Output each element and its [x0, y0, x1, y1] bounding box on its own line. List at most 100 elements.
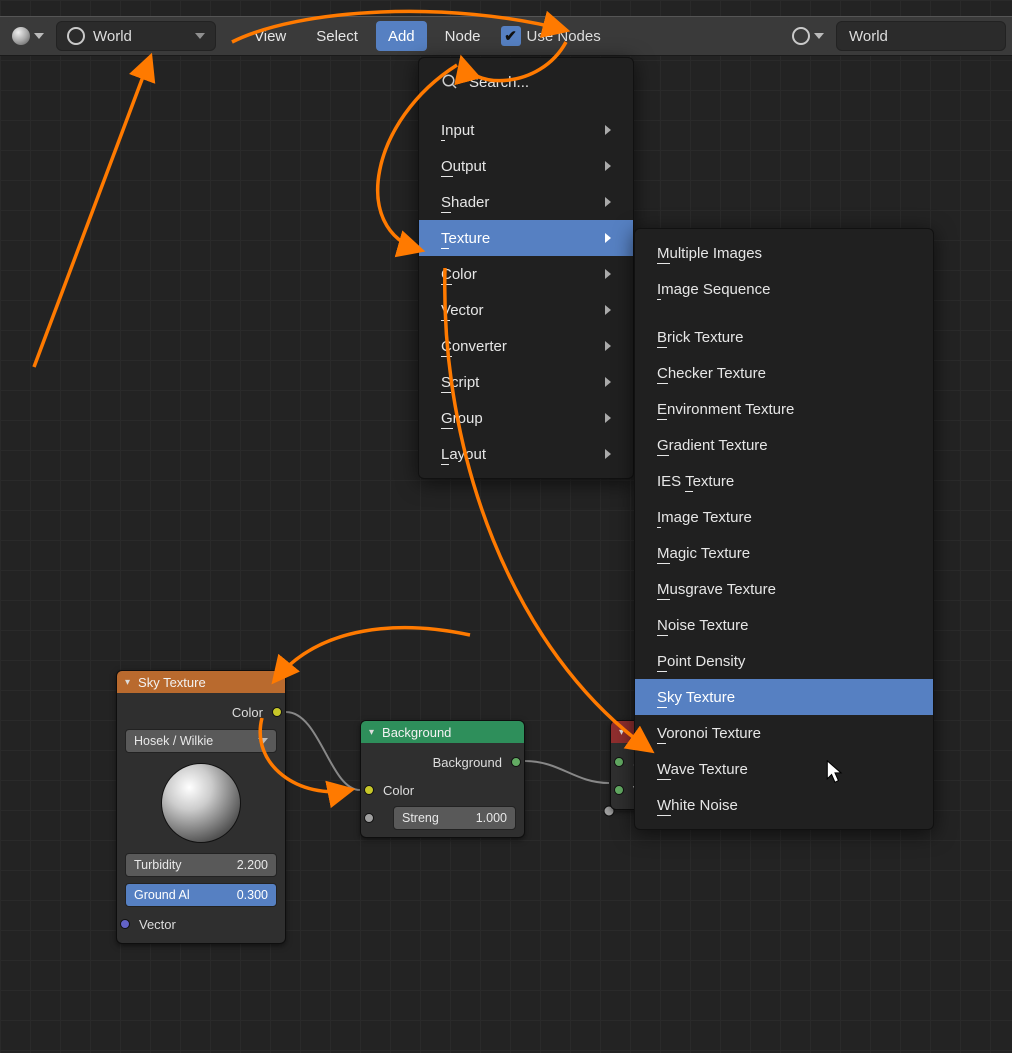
menu-item-label: Sky Texture: [657, 689, 735, 706]
submenu-arrow-icon: [605, 269, 611, 279]
shading-type-label: World: [93, 28, 132, 45]
texture-item-sky-texture[interactable]: Sky Texture: [635, 679, 933, 715]
menu-item-label: Image Sequence: [657, 281, 770, 298]
shader-editor-icon: [12, 27, 30, 45]
world-browse-dropdown[interactable]: [786, 21, 830, 51]
texture-item-multiple-images[interactable]: Multiple Images: [635, 235, 933, 271]
menu-node[interactable]: Node: [433, 21, 493, 51]
menu-item-label: Wave Texture: [657, 761, 748, 778]
texture-item-checker-texture[interactable]: Checker Texture: [635, 355, 933, 391]
socket-dot-color[interactable]: [272, 707, 282, 717]
texture-item-magic-texture[interactable]: Magic Texture: [635, 535, 933, 571]
socket-out-color[interactable]: Color: [125, 701, 277, 723]
menu-select[interactable]: Select: [304, 21, 370, 51]
submenu-arrow-icon: [605, 305, 611, 315]
texture-item-brick-texture[interactable]: Brick Texture: [635, 319, 933, 355]
chevron-down-icon: [258, 738, 268, 744]
shading-type-dropdown[interactable]: World: [56, 21, 216, 51]
menu-item-label: IES Texture: [657, 473, 734, 490]
texture-item-image-sequence[interactable]: Image Sequence: [635, 271, 933, 307]
texture-item-noise-texture[interactable]: Noise Texture: [635, 607, 933, 643]
menu-item-label: Environment Texture: [657, 401, 794, 418]
menu-item-label: Texture: [441, 230, 490, 247]
menu-item-label: Brick Texture: [657, 329, 743, 346]
add-menu-item-script[interactable]: Script: [419, 364, 633, 400]
shader-editor-header: World View Select Add Node ✔ Use Nodes W…: [0, 16, 1012, 56]
submenu-arrow-icon: [605, 233, 611, 243]
menu-item-label: Vector: [441, 302, 484, 319]
menu-item-label: Layout: [441, 446, 486, 463]
texture-item-image-texture[interactable]: Image Texture: [635, 499, 933, 535]
chevron-down-icon: [814, 33, 824, 39]
texture-item-voronoi-texture[interactable]: Voronoi Texture: [635, 715, 933, 751]
add-menu[interactable]: Search... Input Output Shader Texture Color V…: [418, 57, 634, 479]
checkbox-checked-icon[interactable]: ✔: [501, 26, 521, 46]
editor-type-dropdown[interactable]: [6, 21, 50, 51]
chevron-down-icon: [195, 33, 205, 39]
add-menu-item-layout[interactable]: Layout: [419, 436, 633, 472]
texture-item-ies-texture[interactable]: IES Texture: [635, 463, 933, 499]
texture-item-musgrave-texture[interactable]: Musgrave Texture: [635, 571, 933, 607]
add-menu-item-group[interactable]: Group: [419, 400, 633, 436]
sky-model-dropdown[interactable]: Hosek / Wilkie: [125, 729, 277, 753]
menu-add[interactable]: Add: [376, 21, 427, 51]
submenu-arrow-icon: [605, 161, 611, 171]
submenu-arrow-icon: [605, 197, 611, 207]
texture-item-wave-texture[interactable]: Wave Texture: [635, 751, 933, 787]
socket-in-vector[interactable]: Vector: [125, 913, 277, 935]
add-menu-item-output[interactable]: Output: [419, 148, 633, 184]
node-header-bg[interactable]: ▾ Background: [361, 721, 524, 743]
socket-dot-shader[interactable]: [614, 757, 624, 767]
world-name-field[interactable]: World: [836, 21, 1006, 51]
menu-item-label: White Noise: [657, 797, 738, 814]
texture-item-gradient-texture[interactable]: Gradient Texture: [635, 427, 933, 463]
node-title: Sky Texture: [138, 675, 206, 690]
menu-item-label: Color: [441, 266, 477, 283]
menu-item-label: Shader: [441, 194, 489, 211]
node-sky-texture[interactable]: ▾ Sky Texture Color Hosek / Wilkie Turbi…: [116, 670, 286, 944]
node-body: Background Color Streng 1.000: [361, 743, 524, 837]
socket-dot-shader[interactable]: [614, 785, 624, 795]
texture-item-point-density[interactable]: Point Density: [635, 643, 933, 679]
socket-dot-color[interactable]: [364, 785, 374, 795]
socket-in-strength[interactable]: Streng 1.000: [369, 807, 516, 829]
socket-dot-value[interactable]: [364, 813, 374, 823]
menu-item-label: Input: [441, 122, 474, 139]
sky-preview-sphere[interactable]: [161, 763, 241, 843]
menu-search[interactable]: Search...: [419, 64, 633, 100]
socket-in-color[interactable]: Color: [369, 779, 516, 801]
collapse-icon[interactable]: ▾: [619, 727, 624, 738]
node-background[interactable]: ▾ Background Background Color Streng 1.0…: [360, 720, 525, 838]
ground-albedo-field[interactable]: Ground Al 0.300: [125, 883, 277, 907]
node-header-sky[interactable]: ▾ Sky Texture: [117, 671, 285, 693]
use-nodes-label: Use Nodes: [527, 28, 601, 45]
socket-out-background[interactable]: Background: [369, 751, 516, 773]
texture-item-white-noise[interactable]: White Noise: [635, 787, 933, 823]
chevron-down-icon: [34, 33, 44, 39]
use-nodes-toggle[interactable]: ✔ Use Nodes: [501, 26, 601, 46]
node-title: Background: [382, 725, 451, 740]
menu-item-label: Image Texture: [657, 509, 752, 526]
menu-item-label: Point Density: [657, 653, 745, 670]
texture-item-environment-texture[interactable]: Environment Texture: [635, 391, 933, 427]
add-menu-item-input[interactable]: Input: [419, 112, 633, 148]
collapse-icon[interactable]: ▾: [369, 727, 374, 738]
add-menu-item-converter[interactable]: Converter: [419, 328, 633, 364]
menu-item-label: Voronoi Texture: [657, 725, 761, 742]
strength-field[interactable]: Streng 1.000: [393, 806, 516, 830]
shader-editor: ▾ Sky Texture Color Hosek / Wilkie Turbi…: [0, 0, 1012, 1053]
submenu-arrow-icon: [605, 413, 611, 423]
submenu-arrow-icon: [605, 377, 611, 387]
add-menu-item-texture[interactable]: Texture: [419, 220, 633, 256]
menu-item-label: Gradient Texture: [657, 437, 768, 454]
menu-item-label: Converter: [441, 338, 507, 355]
add-menu-item-color[interactable]: Color: [419, 256, 633, 292]
menu-view[interactable]: View: [242, 21, 298, 51]
collapse-icon[interactable]: ▾: [125, 677, 130, 688]
add-menu-item-vector[interactable]: Vector: [419, 292, 633, 328]
turbidity-field[interactable]: Turbidity 2.200: [125, 853, 277, 877]
texture-submenu[interactable]: Multiple Images Image Sequence Brick Text…: [634, 228, 934, 830]
socket-dot-vector[interactable]: [120, 919, 130, 929]
add-menu-item-shader[interactable]: Shader: [419, 184, 633, 220]
socket-dot-shader[interactable]: [511, 757, 521, 767]
